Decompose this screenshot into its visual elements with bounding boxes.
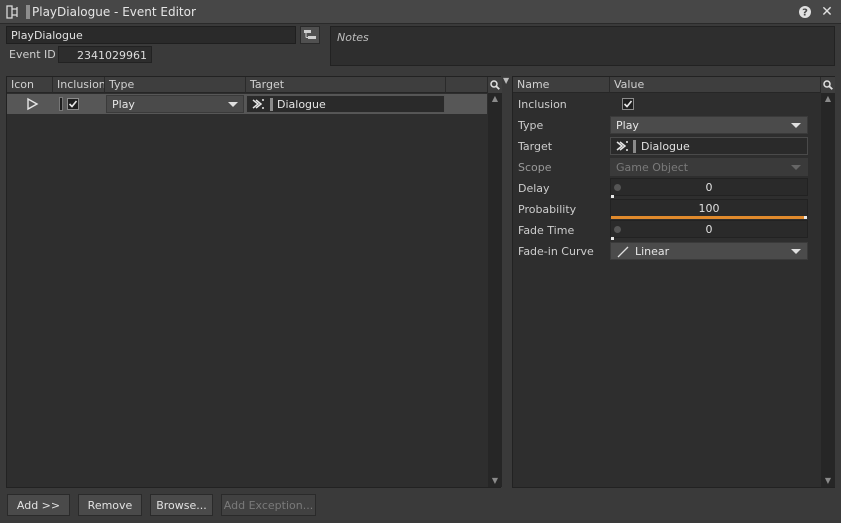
slider-max-tick (804, 216, 807, 219)
target-value: Dialogue (641, 140, 690, 153)
column-header-icon[interactable]: Icon (7, 77, 53, 93)
prop-label-target: Target (518, 140, 553, 153)
delay-value: 0 (705, 181, 713, 194)
column-header-extra (446, 77, 488, 93)
delay-slider[interactable]: 0 (610, 178, 808, 198)
chevron-down-icon (791, 165, 801, 170)
dialogue-event-icon (616, 141, 628, 151)
target-field[interactable]: Dialogue (246, 95, 445, 113)
title-bar: PlayDialogue - Event Editor ? ✕ (0, 0, 841, 24)
remove-button[interactable]: Remove (78, 494, 142, 516)
hierarchy-icon (304, 30, 316, 39)
event-editor-icon (6, 5, 18, 19)
fade-time-slider[interactable]: 0 (610, 220, 808, 240)
dialogue-event-icon (252, 99, 264, 109)
probability-slider[interactable]: 100 (610, 199, 808, 219)
linear-curve-icon (617, 246, 629, 258)
color-tag (26, 5, 30, 19)
table-row[interactable]: Play Dialogue (7, 94, 487, 114)
slider-min-tick (611, 237, 614, 240)
event-id-field: 2341029961 (58, 46, 152, 63)
prop-label-fade-time: Fade Time (518, 224, 575, 237)
search-icon (823, 80, 833, 90)
column-header-name[interactable]: Name (513, 77, 610, 93)
probability-fill (611, 216, 807, 219)
prop-label-probability: Probability (518, 203, 577, 216)
close-icon: ✕ (821, 4, 833, 20)
event-id-label: Event ID (9, 48, 56, 61)
search-button[interactable] (821, 77, 835, 93)
column-header-type[interactable]: Type (105, 77, 246, 93)
column-header-value[interactable]: Value (610, 77, 821, 93)
splitter-collapse-icon[interactable]: ▼ (503, 76, 511, 86)
notes-field[interactable]: Notes (330, 26, 835, 66)
scroll-down-icon[interactable]: ▼ (821, 475, 835, 487)
column-header-inclusion[interactable]: Inclusion (53, 77, 105, 93)
fade-in-curve-value: Linear (635, 245, 670, 258)
vertical-scrollbar[interactable]: ▲ ▼ (488, 93, 502, 487)
window-title: PlayDialogue - Event Editor (32, 5, 196, 19)
event-name-input[interactable]: PlayDialogue (6, 26, 296, 44)
svg-text:?: ? (802, 8, 808, 19)
slider-knob-icon (614, 184, 621, 191)
target-color-bar (270, 98, 273, 111)
prop-label-inclusion: Inclusion (518, 98, 567, 111)
type-dropdown[interactable]: Play (106, 95, 244, 113)
color-bar (59, 97, 63, 111)
column-header-target[interactable]: Target (246, 77, 446, 93)
vertical-scrollbar[interactable]: ▲ ▼ (821, 93, 835, 487)
type-value: Play (616, 119, 639, 132)
fade-in-curve-dropdown[interactable]: Linear (610, 242, 808, 260)
close-button[interactable]: ✕ (816, 0, 838, 24)
scroll-up-icon[interactable]: ▲ (488, 93, 502, 105)
help-button[interactable]: ? (794, 0, 816, 24)
search-icon (490, 80, 500, 90)
target-value: Dialogue (277, 98, 326, 111)
fade-time-value: 0 (705, 223, 713, 236)
scroll-down-icon[interactable]: ▼ (488, 475, 502, 487)
checkmark-icon (623, 100, 633, 108)
play-icon (27, 97, 39, 111)
type-value: Play (112, 98, 135, 111)
search-button[interactable] (488, 77, 502, 93)
add-exception-button: Add Exception... (221, 494, 316, 516)
help-icon: ? (799, 6, 811, 19)
inclusion-checkbox[interactable] (622, 98, 634, 110)
prop-label-fade-in-curve: Fade-in Curve (518, 245, 594, 258)
property-panel: Name Value ▲ ▼ Inclusion Type Play Targe… (512, 76, 835, 488)
navigate-button[interactable] (300, 26, 320, 44)
add-button[interactable]: Add >> (7, 494, 70, 516)
chevron-down-icon (228, 102, 238, 107)
scope-dropdown: Game Object (610, 158, 808, 176)
scope-value: Game Object (616, 161, 689, 174)
inclusion-checkbox[interactable] (67, 98, 79, 110)
target-field[interactable]: Dialogue (610, 137, 808, 155)
probability-value: 100 (698, 202, 720, 215)
prop-label-type: Type (518, 119, 544, 132)
actions-list: Icon Inclusion Type Target ▲ ▼ Play Dial… (6, 76, 502, 488)
checkmark-icon (68, 100, 78, 108)
prop-label-delay: Delay (518, 182, 550, 195)
chevron-down-icon (791, 249, 801, 254)
target-color-bar (633, 140, 636, 153)
chevron-down-icon (791, 123, 801, 128)
slider-knob-icon (614, 226, 621, 233)
slider-min-tick (611, 195, 614, 198)
prop-label-scope: Scope (518, 161, 552, 174)
scroll-up-icon[interactable]: ▲ (821, 93, 835, 105)
type-dropdown[interactable]: Play (610, 116, 808, 134)
browse-button[interactable]: Browse... (150, 494, 213, 516)
